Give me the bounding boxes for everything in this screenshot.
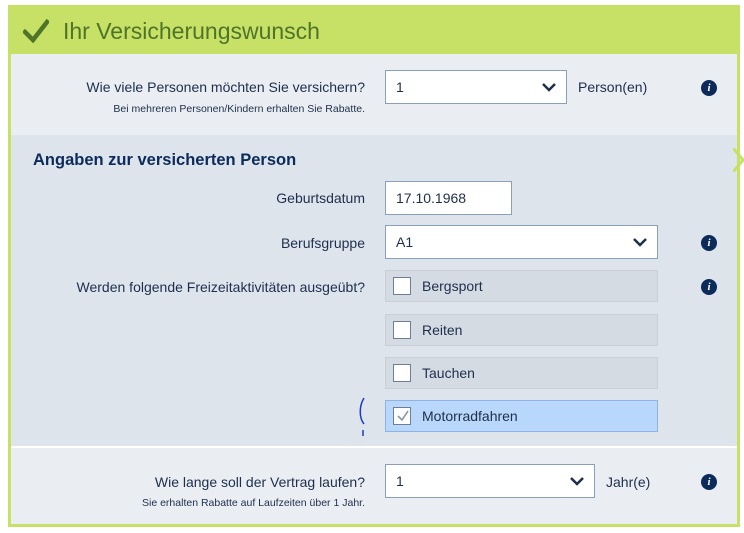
checkmark-icon	[23, 19, 49, 43]
activity-row-tauchen[interactable]: Tauchen	[385, 357, 658, 389]
checkbox[interactable]	[393, 277, 411, 295]
activity-label: Bergsport	[422, 278, 483, 294]
contract-duration-select[interactable]: 1	[385, 464, 595, 498]
activity-row-reiten[interactable]: Reiten	[385, 314, 658, 346]
chevron-down-icon	[633, 238, 647, 247]
persons-section: Wie viele Personen möchten Sie versicher…	[11, 54, 737, 135]
activity-label: Motorradfahren	[422, 408, 518, 424]
contract-duration-select-value: 1	[396, 473, 404, 489]
insured-person-section: Angaben zur versicherten Person Geburtsd…	[11, 135, 737, 446]
birthdate-label: Geburtsdatum	[276, 190, 365, 206]
persons-hint: Bei mehreren Personen/Kindern erhalten S…	[113, 103, 365, 115]
persons-select[interactable]: 1	[385, 70, 567, 104]
insurance-form-panel: Ihr Versicherungswunsch Wie viele Person…	[8, 5, 744, 527]
job-group-label: Berufsgruppe	[280, 235, 365, 251]
focus-cursor-mark	[359, 397, 365, 436]
contract-duration-label: Wie lange soll der Vertrag laufen?	[154, 474, 365, 490]
job-group-select-value: A1	[396, 234, 414, 250]
job-group-select[interactable]: A1	[385, 225, 658, 259]
checkbox[interactable]	[393, 364, 411, 382]
checkbox[interactable]	[393, 321, 411, 339]
panel-edge-notch	[733, 148, 744, 172]
persons-select-value: 1	[396, 79, 404, 95]
birthdate-input[interactable]: 17.10.1968	[385, 181, 512, 215]
contract-duration-hint: Sie erhalten Rabatte auf Laufzeiten über…	[142, 497, 365, 509]
checkbox-checked[interactable]	[393, 407, 411, 425]
activity-row-motorradfahren[interactable]: Motorradfahren	[385, 400, 658, 432]
contract-duration-unit: Jahr(e)	[606, 474, 651, 490]
activity-label: Reiten	[422, 322, 463, 338]
info-icon[interactable]: i	[701, 474, 717, 490]
persons-unit: Person(en)	[578, 79, 648, 95]
info-icon[interactable]: i	[701, 279, 717, 295]
activity-row-bergsport[interactable]: Bergsport	[385, 270, 658, 302]
panel-title: Ihr Versicherungswunsch	[63, 18, 320, 44]
chevron-down-icon	[570, 477, 584, 486]
chevron-down-icon	[542, 83, 556, 92]
activity-label: Tauchen	[422, 365, 475, 381]
persons-label: Wie viele Personen möchten Sie versicher…	[86, 79, 365, 95]
panel-header: Ihr Versicherungswunsch	[11, 8, 737, 54]
insured-person-heading: Angaben zur versicherten Person	[33, 151, 297, 169]
activities-label: Werden folgende Freizeitaktivitäten ausg…	[76, 279, 365, 295]
checkmark-icon	[397, 410, 409, 422]
contract-section: Wie lange soll der Vertrag laufen? Sie e…	[11, 448, 737, 524]
info-icon[interactable]: i	[701, 80, 717, 96]
info-icon[interactable]: i	[701, 235, 717, 251]
